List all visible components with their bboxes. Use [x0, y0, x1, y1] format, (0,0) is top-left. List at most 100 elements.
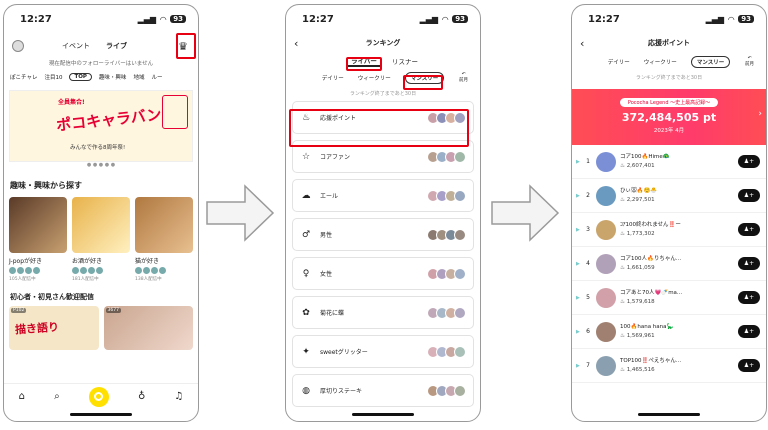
arrow-right-icon	[206, 184, 275, 242]
rank-list: ▶ 1 コア100🔥Hime🦚 ♨ 2,607,401 ♟+ ▶ 2 ひぃ🐭🔥☺️🐣 ♨ 2,2…	[572, 145, 766, 383]
hobby-card-title: J-popが好き	[9, 258, 43, 265]
signal-icon: ▂▄▆	[419, 14, 439, 24]
ranking-item-male[interactable]: ♂ 男性	[292, 218, 474, 251]
hobby-card[interactable]: お酒が好き 181人配信中	[72, 197, 130, 282]
flame-icon: ♨	[620, 298, 627, 305]
highlight-box	[403, 75, 443, 90]
category-tab[interactable]: ルー	[151, 73, 162, 81]
bell-stand-icon[interactable]: ♁	[138, 391, 145, 402]
rank-name: ひぃ🐭🔥☺️🐣	[620, 187, 658, 194]
ranking-item-avatars	[427, 345, 466, 358]
stream-card[interactable]: 3677	[103, 306, 193, 350]
follow-button[interactable]: ♟+	[738, 223, 760, 236]
period-daily[interactable]: デイリー	[608, 58, 630, 66]
rank-row[interactable]: ▶ 1 コア100🔥Hime🦚 ♨ 2,607,401 ♟+	[572, 145, 766, 179]
home-icon[interactable]: ⌂	[19, 391, 25, 402]
star-icon: ☆	[301, 151, 311, 162]
rank-points-value: 1,465,516	[626, 366, 655, 373]
prev-month-button[interactable]: ↶ 前月	[459, 72, 468, 84]
period-daily[interactable]: デイリー	[322, 74, 344, 82]
rank-number: 4	[586, 260, 590, 267]
hobby-card[interactable]: J-popが好き 105人配信中	[9, 197, 67, 282]
rank-number: 2	[586, 192, 590, 199]
rank-row[interactable]: ▶ 5 コアあと70人💗🍼ma... ♨ 1,579,618 ♟+	[572, 281, 766, 315]
ranking-item-sweet-glitter[interactable]: ✦ sweetグリッター	[292, 335, 474, 368]
tab-live[interactable]: ライブ	[106, 41, 127, 51]
prev-month-label: 前月	[459, 78, 468, 83]
undo-icon: ↶	[747, 56, 752, 61]
rank-row[interactable]: ▶ 4 コア100人🔥りちゃん... ♨ 1,661,059 ♟+	[572, 247, 766, 281]
avatar[interactable]	[596, 253, 616, 274]
chevron-right-icon[interactable]: ›	[758, 109, 762, 119]
avatar[interactable]	[596, 185, 616, 206]
category-tab[interactable]: 趣味・興味	[99, 73, 127, 81]
period-weekly[interactable]: ウィークリー	[644, 58, 677, 66]
notification-bell-icon[interactable]: ♫	[174, 391, 183, 402]
category-tab-top[interactable]: TOP	[69, 73, 92, 81]
event-banner[interactable]: 全員集合! ポコキャラバン みんなで作る8周年祭!	[9, 90, 193, 162]
period-monthly[interactable]: マンスリー	[690, 56, 731, 68]
ranking-item-yell[interactable]: ☁ エール	[292, 179, 474, 212]
ranking-item-label: 菊花に蝶	[320, 310, 345, 317]
search-icon[interactable]: ⌕	[54, 391, 60, 402]
avatar[interactable]	[596, 321, 616, 342]
category-tab[interactable]: ぽこチャレ	[10, 73, 37, 81]
tab-event[interactable]: イベント	[62, 41, 90, 51]
rank-name: TOP100‼️ぺえちゃん...	[620, 357, 682, 364]
follow-button[interactable]: ♟+	[738, 257, 760, 270]
rank-name: ｺｱ100終われません‼️ー	[620, 221, 681, 228]
add-user-icon: ♟+	[743, 158, 755, 165]
ranking-item-label: 厚切りステーキ	[320, 388, 363, 395]
category-tab[interactable]: 地域	[133, 73, 144, 81]
rank-trend-icon: ▶	[576, 328, 580, 335]
period-weekly[interactable]: ウィークリー	[358, 74, 391, 82]
rank-row[interactable]: ▶ 3 ｺｱ100終われません‼️ー ♨ 1,773,302 ♟+	[572, 213, 766, 247]
rank-row[interactable]: ▶ 6 100🔥hana hana🦕 ♨ 1,569,961 ♟+	[572, 315, 766, 349]
ranking-item-chrysanthemum[interactable]: ✿ 菊花に蝶	[292, 296, 474, 329]
avatar[interactable]	[596, 151, 616, 172]
back-icon[interactable]: ‹	[580, 37, 584, 50]
hobby-card-count: 181人配信中	[72, 277, 99, 282]
legend-banner[interactable]: Pococha Legend 〜史上最高記録〜 372,484,505 pt 2…	[572, 89, 766, 145]
cloud-icon: ☁	[301, 190, 311, 201]
status-icons: ▂▄▆ ◠ 93	[420, 15, 468, 24]
banner-caption: みんなで作る8周年祭!	[70, 145, 126, 151]
rank-trend-icon: ▶	[576, 260, 580, 267]
rank-points-value: 1,569,961	[626, 332, 655, 339]
live-icon	[94, 392, 104, 401]
back-icon[interactable]: ‹	[294, 37, 298, 50]
avatar[interactable]	[596, 287, 616, 308]
follow-button[interactable]: ♟+	[738, 189, 760, 202]
avatar[interactable]	[596, 355, 616, 376]
hobby-card-avatars	[135, 267, 193, 274]
bottom-nav: ⌂ ⌕ ♁ ♫	[4, 383, 198, 409]
rank-row[interactable]: ▶ 2 ひぃ🐭🔥☺️🐣 ♨ 2,297,501 ♟+	[572, 179, 766, 213]
ranking-screen: 12:27 ▂▄▆ ◠ 93 ‹ ランキング ライバー リスナー デイリー ウィーク…	[285, 4, 481, 422]
page-title: 応援ポイント	[648, 39, 690, 47]
category-tab[interactable]: 注目10	[44, 73, 62, 81]
ranking-item-steak[interactable]: ◍ 厚切りステーキ	[292, 374, 474, 407]
add-user-icon: ♟+	[743, 192, 755, 199]
live-button[interactable]	[88, 386, 109, 407]
rank-points: ♨ 1,773,302	[620, 231, 655, 237]
rank-row[interactable]: ▶ 7 TOP100‼️ぺえちゃん... ♨ 1,465,516 ♟+	[572, 349, 766, 383]
ranking-item-female[interactable]: ♀ 女性	[292, 257, 474, 290]
avatar[interactable]	[596, 219, 616, 240]
avatar[interactable]	[12, 40, 24, 52]
male-icon: ♂	[301, 229, 311, 240]
stream-title: 描き語り	[14, 320, 60, 337]
follow-button[interactable]: ♟+	[738, 155, 760, 168]
follow-button[interactable]: ♟+	[738, 325, 760, 338]
stream-card[interactable]: P102 描き語り	[9, 306, 99, 350]
prev-month-button[interactable]: ↶ 前月	[745, 56, 754, 68]
flower-icon: ✿	[302, 307, 310, 318]
rank-name: 100🔥hana hana🦕	[620, 323, 674, 330]
hobby-card[interactable]: 猫が好き 138人配信中	[135, 197, 193, 282]
tab-listener[interactable]: リスナー	[392, 56, 418, 66]
wifi-icon: ◠	[728, 14, 735, 24]
undo-icon: ↶	[461, 72, 466, 77]
prev-month-label: 前月	[745, 62, 754, 67]
rank-points-value: 1,661,059	[626, 264, 655, 271]
follow-button[interactable]: ♟+	[738, 291, 760, 304]
follow-button[interactable]: ♟+	[738, 359, 760, 372]
